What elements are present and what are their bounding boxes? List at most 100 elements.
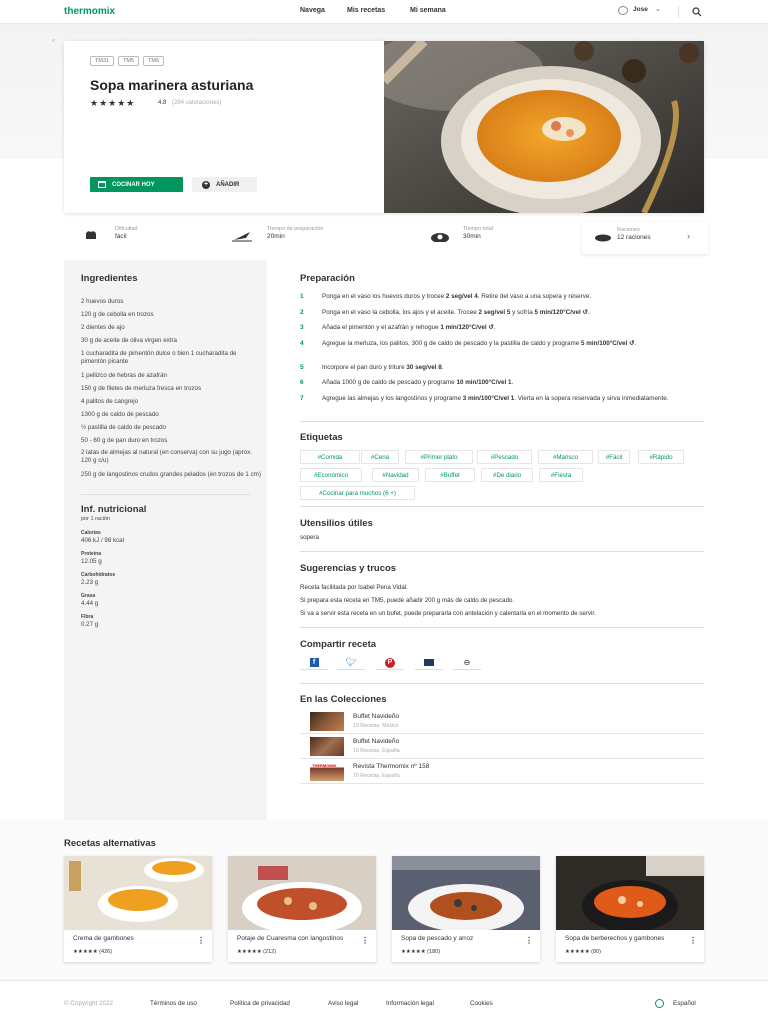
twitter-share-button[interactable]: 🐦︎ (337, 656, 365, 670)
meta-servings[interactable]: Raciones 12 raciones › (582, 222, 708, 254)
footer-link-privacy[interactable]: Política de privacidad (230, 1000, 290, 1007)
step-text: Añada el pimentón y el azafrán y rehogue… (322, 324, 496, 331)
tag-chip[interactable]: #Navidad (372, 468, 419, 482)
user-avatar-icon[interactable] (618, 6, 628, 15)
rating-stars: ★★★★★ (90, 98, 136, 108)
chevron-down-icon[interactable]: ⌄ (655, 5, 661, 13)
alternative-recipe-name: Sopa de pescado y arroz (401, 935, 474, 942)
more-options-icon[interactable]: ⋮ (525, 936, 533, 945)
footer-link-legal-info[interactable]: Información legal (386, 1000, 434, 1007)
pinterest-icon: P (385, 657, 395, 668)
ingredient-item: 30 g de aceite de oliva virgen extra (81, 337, 177, 344)
tag-chip[interactable]: #Buffet (425, 468, 475, 482)
nutrition-value: 0.27 g (81, 621, 99, 628)
footer-link-terms[interactable]: Términos de uso (150, 1000, 197, 1007)
nutrition-subtitle: por 1 ración (81, 516, 111, 522)
footer-link-legal[interactable]: Aviso legal (328, 1000, 358, 1007)
step-number: 7 (300, 395, 304, 402)
step-text: Incorpore el pan duro y triture 30 seg/v… (322, 364, 444, 371)
cook-today-label: COCINAR HOY (112, 181, 155, 188)
meta-label: Tiempo total (463, 226, 494, 232)
user-name[interactable]: Jose (633, 6, 648, 13)
chevron-right-icon[interactable]: › (687, 231, 690, 241)
header-divider (678, 6, 679, 18)
tips-title: Sugerencias y trucos (300, 563, 397, 574)
share-title: Compartir receta (300, 639, 377, 650)
cook-today-button[interactable]: COCINAR HOY (90, 177, 183, 192)
tag-chip[interactable]: #Fácil (598, 450, 630, 464)
rating-value: 4.8 (158, 100, 167, 106)
more-options-icon[interactable]: ⋮ (361, 936, 369, 945)
collection-item[interactable]: Buffet Navideño 19 Recetas, México (300, 709, 704, 734)
add-button[interactable]: + AÑADIR (192, 177, 257, 192)
facebook-share-button[interactable]: f (300, 656, 328, 670)
alternative-recipe-name: Sopa de berberechos y gambones (565, 935, 665, 942)
nutrition-value: 2.23 g (81, 579, 99, 586)
link-share-button[interactable]: ⊖ (453, 656, 481, 670)
tag-chip[interactable]: #Económico (300, 468, 362, 482)
nutrition-label: Fibra (81, 614, 94, 620)
nav-mis-recetas[interactable]: Mis recetas (347, 7, 385, 14)
divider (300, 421, 704, 422)
back-icon[interactable]: « (52, 38, 55, 44)
alternative-recipe-photo (556, 856, 704, 930)
facebook-icon: f (309, 658, 319, 667)
thermomix-logo[interactable]: thermomix (64, 6, 115, 17)
recipe-photo (384, 41, 704, 213)
servings-icon (595, 234, 611, 242)
language-selector[interactable]: Español (673, 1000, 696, 1007)
meta-label: Dificultad (115, 226, 138, 232)
email-share-button[interactable] (415, 656, 443, 670)
divider (300, 683, 704, 684)
tag-chip[interactable]: #Cocinar para muchos (6 +) (300, 486, 415, 500)
divider (300, 627, 704, 628)
nutrition-label: Proteína (81, 551, 102, 557)
ingredient-item: 120 g de cebolla en trozos (81, 311, 154, 318)
alternative-recipe-card[interactable]: Crema de gambones ★★★★★ (426) ⋮ (64, 856, 212, 962)
alternative-recipe-rating: ★★★★★ (180) (401, 949, 441, 955)
ingredient-item: ½ pastilla de caldo de pescado (81, 424, 166, 431)
tip-text: Si prepara esta receta en TM5, puede aña… (300, 597, 515, 604)
rating-count[interactable]: (284 valoraciones) (172, 100, 221, 106)
nutrition-label: Grasa (81, 593, 96, 599)
top-header: thermomix Navega Mis recetas Mi semana J… (0, 0, 768, 24)
more-options-icon[interactable]: ⋮ (197, 936, 205, 945)
tag-chip[interactable]: #De diario (481, 468, 533, 482)
search-icon[interactable] (692, 7, 702, 17)
nav-mi-semana[interactable]: Mi semana (410, 7, 446, 14)
preparation-title: Preparación (300, 273, 355, 284)
tag-chip[interactable]: #Pescado (477, 450, 532, 464)
collection-thumbnail (310, 737, 344, 756)
step-number: 2 (300, 309, 304, 316)
add-label: AÑADIR (216, 181, 240, 188)
step-number: 5 (300, 364, 304, 371)
ingredients-title: Ingredientes (81, 273, 138, 284)
more-options-icon[interactable]: ⋮ (689, 936, 697, 945)
chef-hat-icon (86, 231, 96, 239)
nav-navega[interactable]: Navega (300, 7, 325, 14)
footer-link-cookies[interactable]: Cookies (470, 1000, 493, 1007)
nutrition-value: 12.05 g (81, 558, 102, 565)
tags-title: Etiquetas (300, 432, 343, 443)
tip-text: Receta facilitada por Isabel Pena Vidal. (300, 584, 408, 591)
meta-label: Raciones (617, 227, 640, 233)
alternative-recipe-card[interactable]: Sopa de berberechos y gambones ★★★★★ (80)… (556, 856, 704, 962)
collection-item[interactable]: Buffet Navideño 19 Recetas, España (300, 734, 704, 759)
nutrition-value: 4.44 g (81, 600, 99, 607)
alternative-recipe-photo (228, 856, 376, 930)
step-text: Agregue la merluza, los palitos, 300 g d… (322, 340, 637, 347)
alternative-recipe-card[interactable]: Sopa de pescado y arroz ★★★★★ (180) ⋮ (392, 856, 540, 962)
device-tag: TM5 (118, 56, 140, 66)
pinterest-share-button[interactable]: P (376, 656, 404, 670)
tag-chip[interactable]: #Comida (300, 450, 360, 464)
tag-chip[interactable]: #Cena (361, 450, 399, 464)
collection-item[interactable]: THERMOMIX Revista Thermomix nº 158 70 Rece… (300, 759, 704, 784)
plus-circle-icon: + (202, 180, 210, 189)
tag-chip[interactable]: #Marisco (538, 450, 593, 464)
globe-icon[interactable] (655, 999, 664, 1008)
tag-chip[interactable]: #Rápido (638, 450, 684, 464)
alternative-recipe-card[interactable]: Potaje de Cuaresma con langostinos ★★★★★ … (228, 856, 376, 962)
tag-chip[interactable]: #Primer plato (405, 450, 473, 464)
meta-value: 20min (267, 233, 285, 240)
tag-chip[interactable]: #Fiesta (539, 468, 583, 482)
